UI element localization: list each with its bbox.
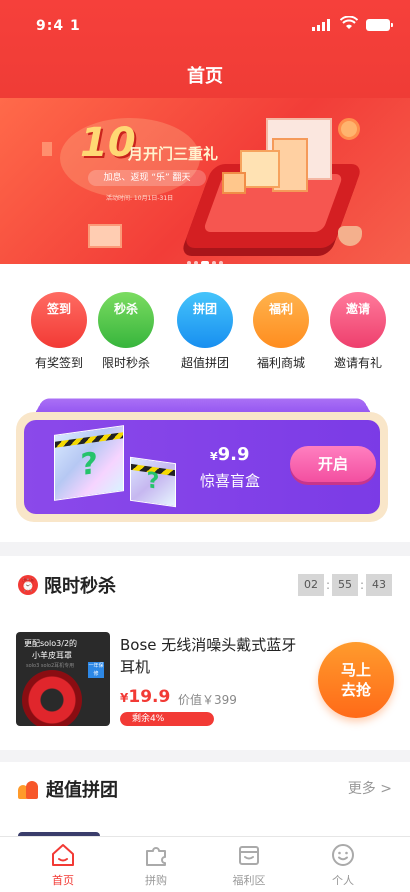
- group-buy-icon: 拼团: [177, 292, 233, 348]
- blind-box-price: ¥9.9: [210, 444, 250, 465]
- banner-headline: 月开门三重礼: [128, 145, 219, 163]
- banner-date: 活动时间: 10月1日-31日: [106, 195, 174, 202]
- countdown-timer: 02 : 55 : 43: [298, 574, 392, 596]
- gift-box-icon: [239, 846, 259, 865]
- puzzle-icon: [146, 847, 166, 866]
- flash-sale-icon: 秒杀: [98, 292, 154, 348]
- tab-group-purchase[interactable]: 拼购: [115, 842, 197, 888]
- gift-box-icon: [222, 172, 246, 194]
- timer-separator: :: [359, 578, 365, 592]
- stock-remaining-label: 剩余4%: [132, 714, 165, 724]
- signal-icon: [312, 19, 330, 31]
- blind-box-name: 惊喜盲盒: [200, 472, 261, 490]
- grab-now-button[interactable]: 马上 去抢: [318, 642, 394, 718]
- people-icon: [18, 779, 38, 799]
- promo-banner[interactable]: 10 月开门三重礼 加息、返现 “乐” 翻天 活动时间: 10月1日-31日: [0, 98, 410, 264]
- stock-progress-bar: 剩余4%: [120, 712, 214, 726]
- more-link[interactable]: 更多 >: [348, 778, 392, 798]
- decor-cup-icon: [42, 142, 52, 156]
- timer-seconds: 43: [366, 574, 392, 596]
- quick-nav: 签到 有奖签到 秒杀 限时秒杀 拼团 超值拼团 福利 福利商城 邀请 邀请有礼: [0, 264, 410, 384]
- home-icon: [52, 844, 74, 866]
- blind-box-inner: ? ? ¥9.9 惊喜盲盒 开启: [24, 420, 380, 514]
- status-bar: 9:4 1: [0, 0, 410, 46]
- group-buy-section: 超值拼团 更多 >: [0, 762, 410, 842]
- nav-label: 有奖签到: [34, 356, 83, 370]
- header: 9:4 1 首页: [0, 0, 410, 98]
- timer-separator: :: [325, 578, 331, 592]
- section-title: 超值拼团: [46, 780, 118, 801]
- nav-item-checkin[interactable]: 签到 有奖签到: [24, 292, 94, 371]
- nav-label: 超值拼团: [180, 356, 229, 370]
- blind-box-card[interactable]: ? ? ¥9.9 惊喜盲盒 开启: [16, 412, 388, 522]
- timer-hours: 02: [298, 574, 324, 596]
- blind-box-section: ? ? ¥9.9 惊喜盲盒 开启: [0, 384, 410, 542]
- checkin-icon: 签到: [31, 292, 87, 348]
- open-blind-box-button[interactable]: 开启: [290, 446, 376, 482]
- status-time: 9:4 1: [36, 18, 81, 34]
- tab-home[interactable]: 首页: [22, 842, 104, 888]
- section-title: 限时秒杀: [44, 576, 116, 597]
- carousel-dots[interactable]: [0, 250, 410, 264]
- page-title: 首页: [187, 66, 223, 87]
- battery-icon: [366, 19, 393, 31]
- tab-profile[interactable]: 个人: [302, 842, 384, 888]
- nav-label: 福利商城: [256, 356, 305, 370]
- mystery-cube-icon: ?: [54, 425, 124, 501]
- smiley-icon: [332, 844, 354, 866]
- warranty-badge: 一年保修: [88, 662, 104, 678]
- tab-welfare[interactable]: 福利区: [208, 842, 290, 888]
- decor-frame: [88, 224, 122, 248]
- section-header: 超值拼团: [18, 776, 118, 802]
- product-image[interactable]: 更配solo3/2的 小羊皮耳罩 solo3 solo2耳机专用 一年保修: [16, 632, 110, 726]
- banner-pill: 加息、返现 “乐” 翻天: [88, 170, 206, 186]
- flash-sale-section: ⏰ 限时秒杀 02 : 55 : 43 更配solo3/2的 小羊皮耳罩 sol…: [0, 556, 410, 750]
- nav-label: 邀请有礼: [333, 356, 382, 370]
- section-header: ⏰ 限时秒杀: [18, 572, 116, 598]
- nav-item-invite[interactable]: 邀请 邀请有礼: [323, 292, 393, 371]
- ear-cushion-image: [22, 670, 82, 726]
- gift-box-icon: [240, 150, 280, 188]
- mystery-cube-icon: ?: [130, 456, 176, 508]
- product-name[interactable]: Bose 无线消噪头戴式蓝牙耳机: [120, 634, 310, 678]
- bottom-tab-bar: 首页 拼购 福利区 个人: [0, 836, 410, 892]
- app-screen: 9:4 1 首页 10 月开门三重礼 加息、返现 “乐” 翻天 活动时间: 10…: [0, 0, 410, 892]
- shield-icon: [338, 226, 362, 246]
- wifi-icon: [340, 16, 358, 29]
- invite-icon: 邀请: [330, 292, 386, 348]
- welfare-icon: 福利: [253, 292, 309, 348]
- timer-minutes: 55: [332, 574, 358, 596]
- coin-icon: [338, 118, 360, 140]
- product-price: ¥19.9: [120, 687, 171, 707]
- nav-item-group-buy[interactable]: 拼团 超值拼团: [170, 292, 240, 371]
- original-price: 价值￥399: [178, 693, 237, 707]
- nav-item-welfare[interactable]: 福利 福利商城: [246, 292, 316, 371]
- nav-label: 限时秒杀: [101, 356, 150, 370]
- product-card[interactable]: 更配solo3/2的 小羊皮耳罩 solo3 solo2耳机专用 一年保修 Bo…: [16, 632, 394, 728]
- nav-item-flash-sale[interactable]: 秒杀 限时秒杀: [91, 292, 161, 371]
- alarm-clock-icon: ⏰: [18, 575, 38, 595]
